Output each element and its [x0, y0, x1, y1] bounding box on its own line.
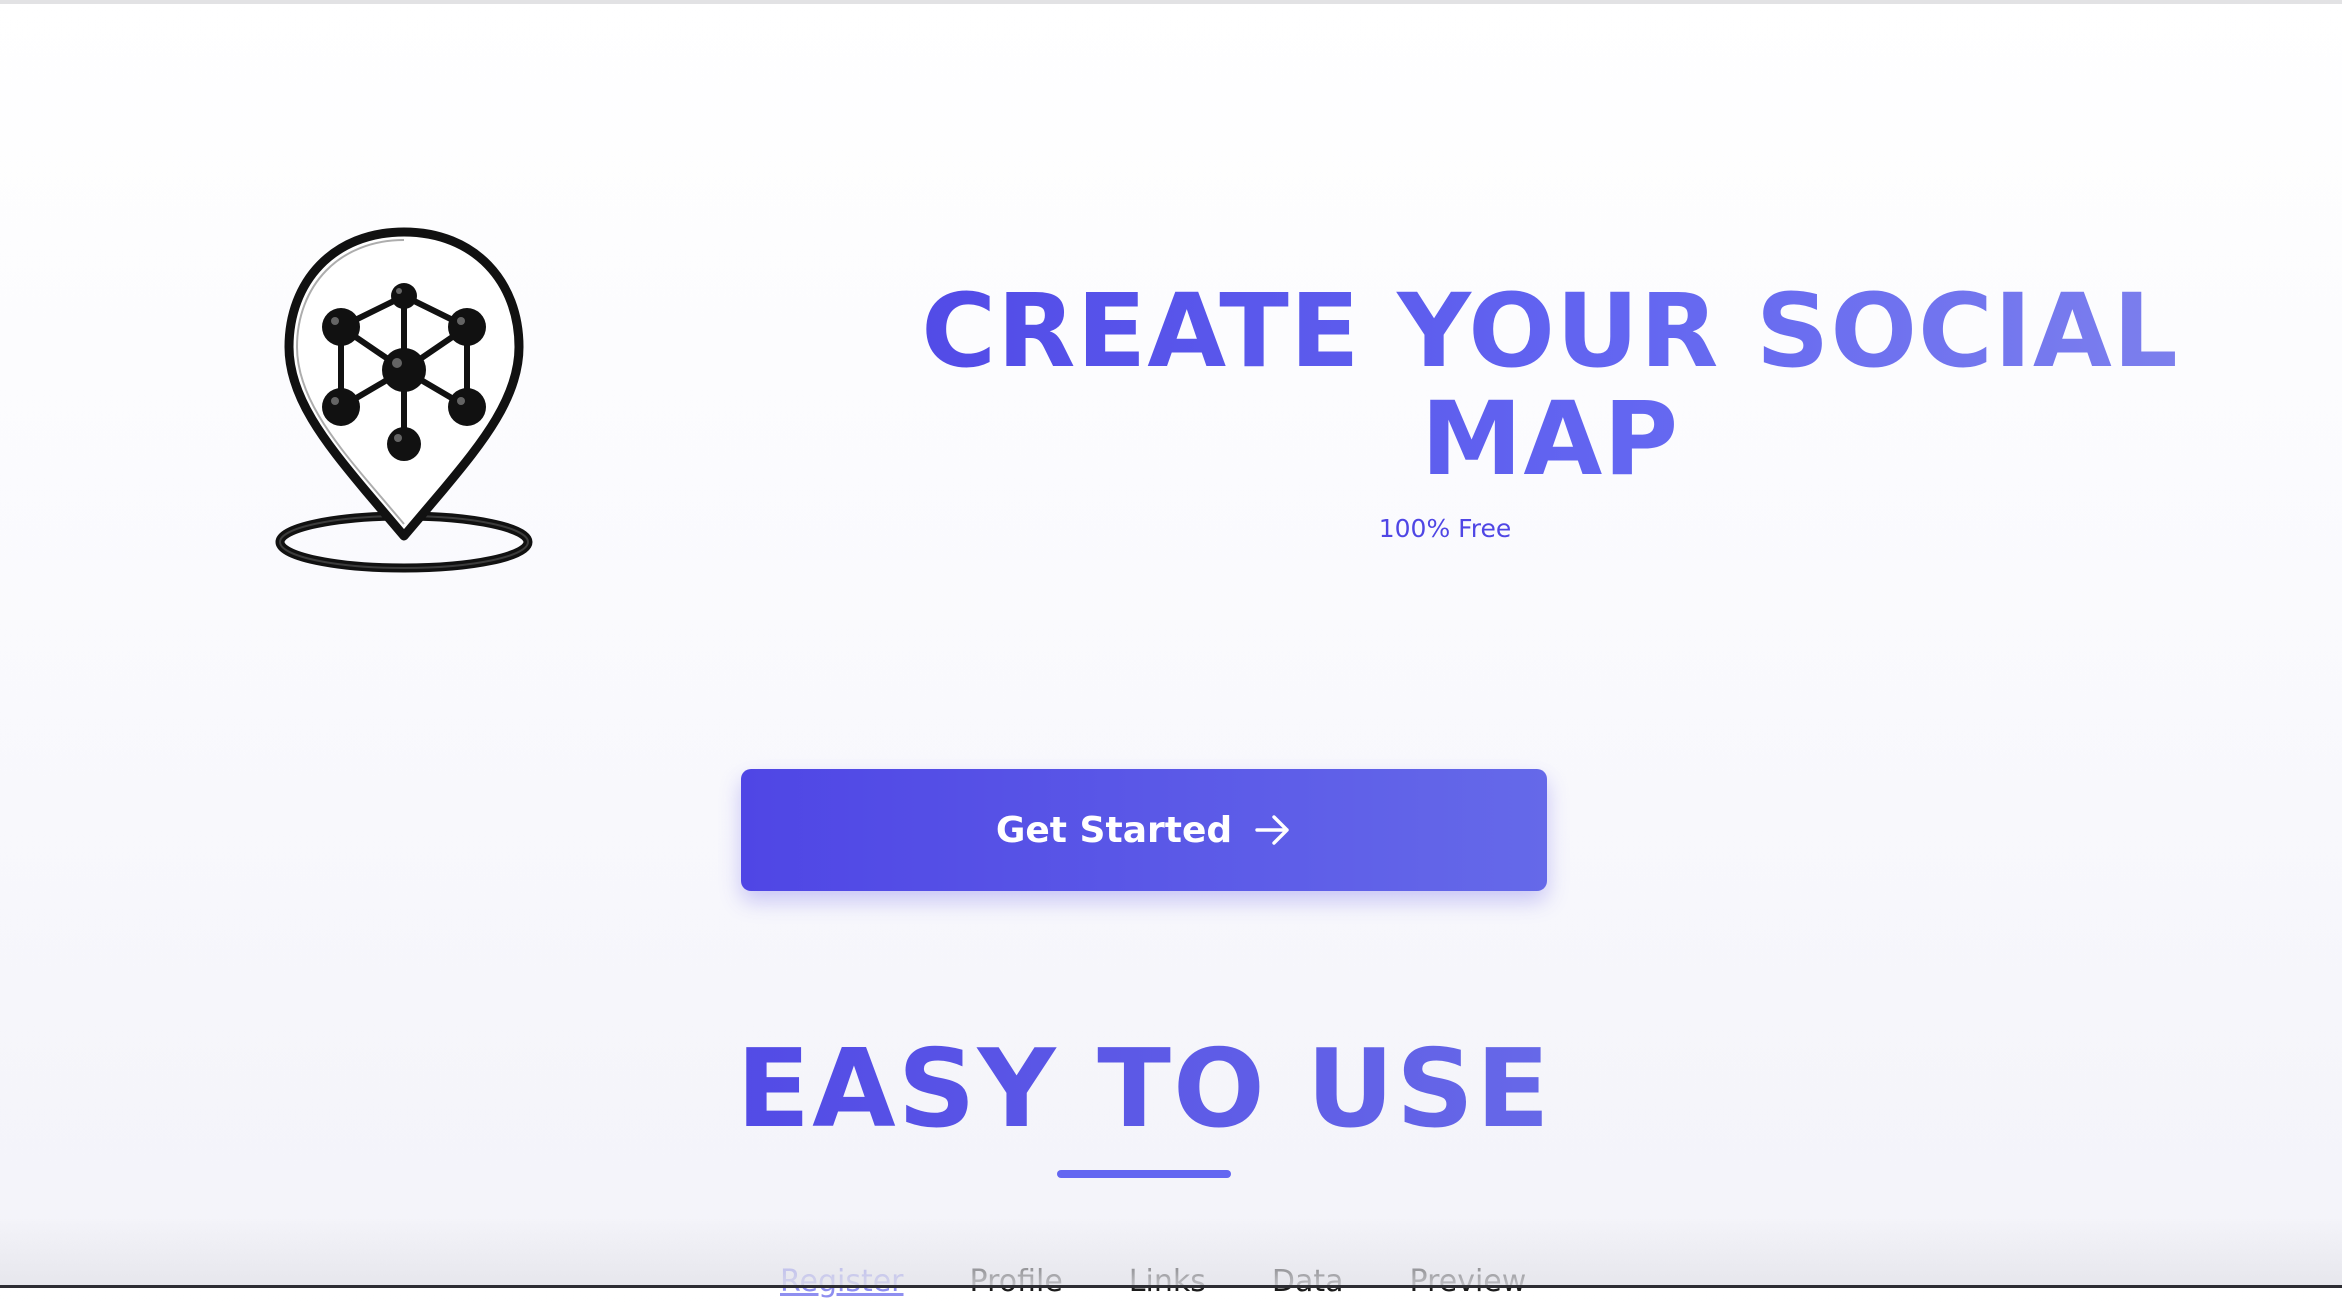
tab-profile[interactable]: Profile	[937, 1262, 1096, 1302]
tab-preview[interactable]: Preview	[1377, 1262, 1560, 1302]
tab-register[interactable]: Register	[770, 1262, 937, 1302]
hero-title-line2: MAP	[1420, 380, 1680, 499]
get-started-label: Get Started	[995, 809, 1233, 851]
hero-subtitle: 100% Free	[1378, 514, 1512, 543]
hero-title: CREATE YOUR SOCIAL MAP	[790, 278, 2310, 494]
top-border	[0, 0, 2342, 4]
section-title: EASY TO USE	[600, 1030, 1688, 1150]
tab-data[interactable]: Data	[1239, 1262, 1377, 1302]
hero-title-line1: CREATE YOUR SOCIAL	[921, 272, 2179, 391]
get-started-button[interactable]: Get Started	[741, 769, 1547, 891]
tab-links[interactable]: Links	[1096, 1262, 1239, 1302]
arrow-right-icon	[1254, 814, 1292, 846]
step-tabs: Register Profile Links Data Preview	[770, 1262, 1559, 1302]
map-pin-network-icon	[275, 222, 533, 580]
section-underline	[1057, 1170, 1231, 1178]
